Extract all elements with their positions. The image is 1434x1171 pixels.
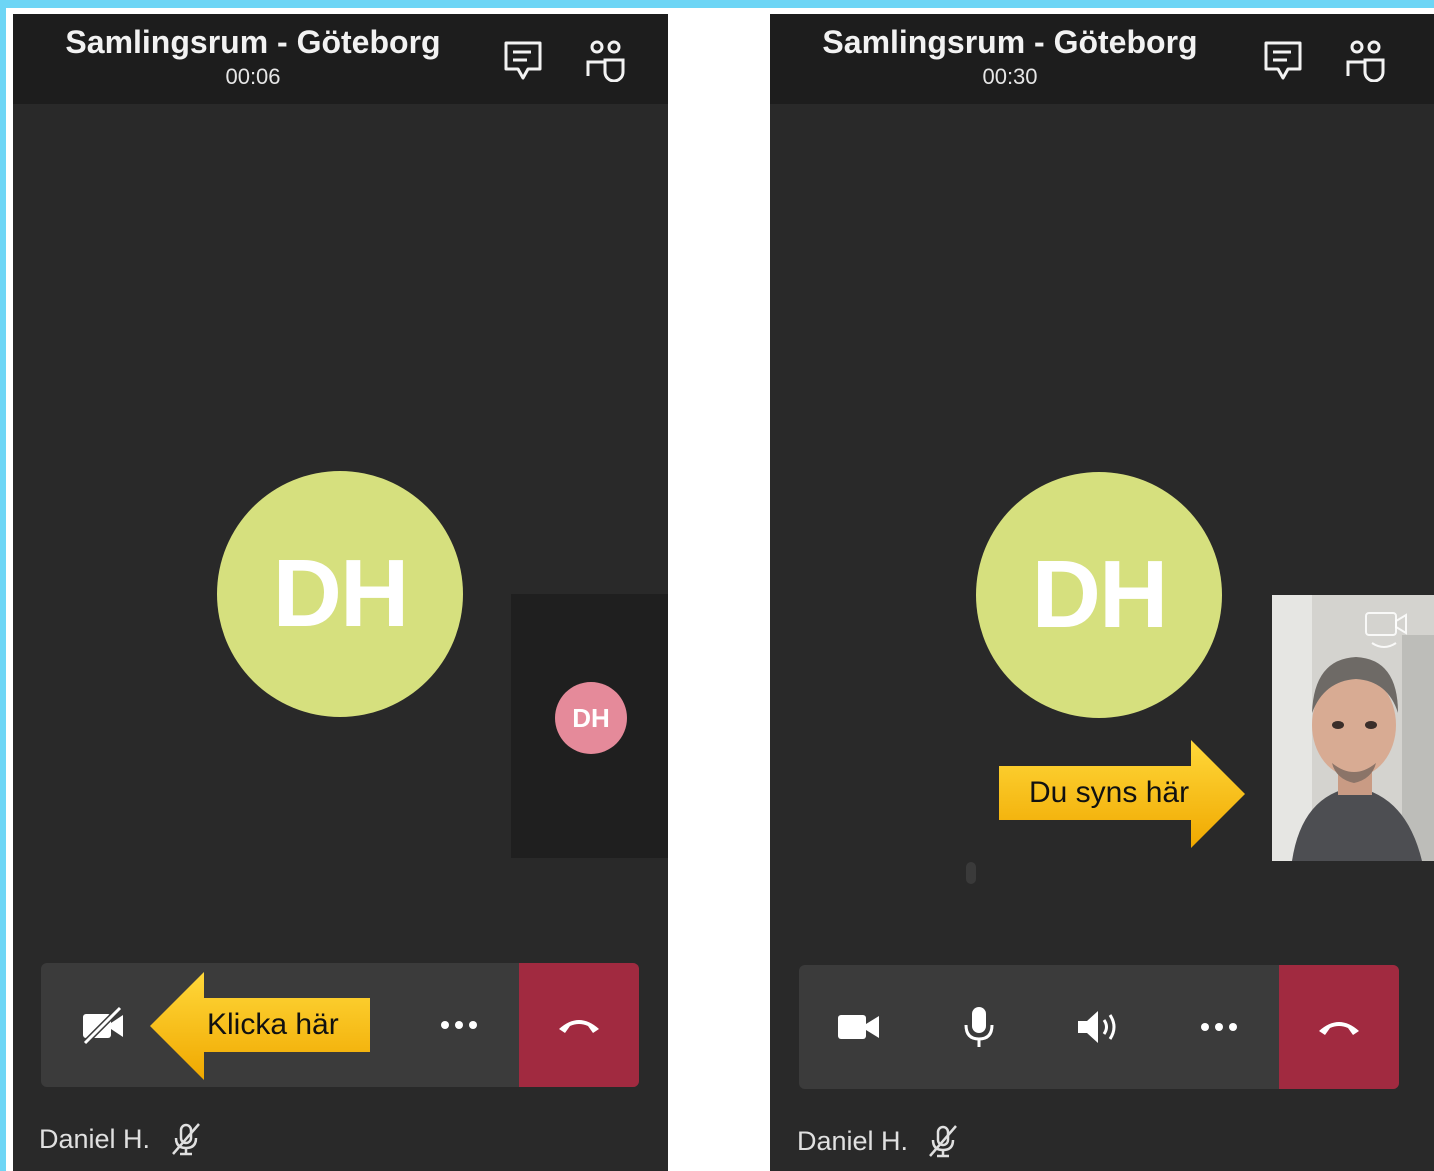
video-icon xyxy=(838,1015,879,1039)
microphone-icon xyxy=(964,1007,994,1047)
muted-mic-icon xyxy=(172,1123,200,1156)
hangup-icon xyxy=(559,1020,599,1033)
self-video-tile xyxy=(1272,595,1434,861)
hang-up-button[interactable] xyxy=(1279,965,1399,1089)
participant-name: Daniel H. xyxy=(797,1126,909,1156)
meeting-title: Samlingsrum - Göteborg xyxy=(65,24,441,60)
video-off-button[interactable] xyxy=(63,963,143,1087)
frame-border-top xyxy=(0,0,1434,8)
participants-icon[interactable] xyxy=(584,38,628,83)
right-call-screen: Samlingsrum - Göteborg 00:30 DH Du syns … xyxy=(770,14,1434,1171)
hang-up-button[interactable] xyxy=(519,963,639,1087)
muted-mic-icon xyxy=(929,1125,957,1158)
click-here-callout: Klicka här xyxy=(150,972,372,1080)
microphone-button[interactable] xyxy=(939,965,1019,1089)
callout-label: Klicka här xyxy=(207,1008,339,1041)
chat-icon[interactable] xyxy=(501,38,545,82)
more-icon xyxy=(441,1021,477,1029)
call-timer: 00:30 xyxy=(982,64,1038,89)
call-header: Samlingsrum - Göteborg 00:30 xyxy=(770,14,1434,104)
chat-icon[interactable] xyxy=(1261,38,1305,82)
mic-hint-icon xyxy=(966,862,976,884)
self-view-tile: DH xyxy=(511,594,668,858)
call-header: Samlingsrum - Göteborg 00:06 xyxy=(13,14,668,104)
video-off-icon xyxy=(82,1005,123,1045)
you-are-seen-here-callout: Du syns här xyxy=(999,740,1245,848)
speaker-icon xyxy=(1078,1011,1116,1043)
participants-icon[interactable] xyxy=(1344,38,1388,83)
participant-name: Daniel H. xyxy=(39,1124,151,1154)
self-video-image xyxy=(1272,595,1434,861)
frame-border-left xyxy=(0,0,6,1171)
call-timer: 00:06 xyxy=(225,64,281,89)
video-button[interactable] xyxy=(819,965,899,1089)
participant-avatar: DH xyxy=(976,472,1222,718)
call-controls xyxy=(799,965,1399,1089)
participant-avatar: DH xyxy=(217,471,463,717)
more-options-button[interactable] xyxy=(419,963,499,1087)
hangup-icon xyxy=(1319,1022,1359,1035)
more-icon xyxy=(1201,1023,1237,1031)
self-avatar: DH xyxy=(555,682,627,754)
more-options-button[interactable] xyxy=(1179,965,1259,1089)
meeting-title: Samlingsrum - Göteborg xyxy=(822,24,1198,60)
callout-label: Du syns här xyxy=(1029,776,1190,809)
speaker-button[interactable] xyxy=(1059,965,1139,1089)
left-call-screen: Samlingsrum - Göteborg 00:06 DH DH Klick… xyxy=(13,14,668,1171)
